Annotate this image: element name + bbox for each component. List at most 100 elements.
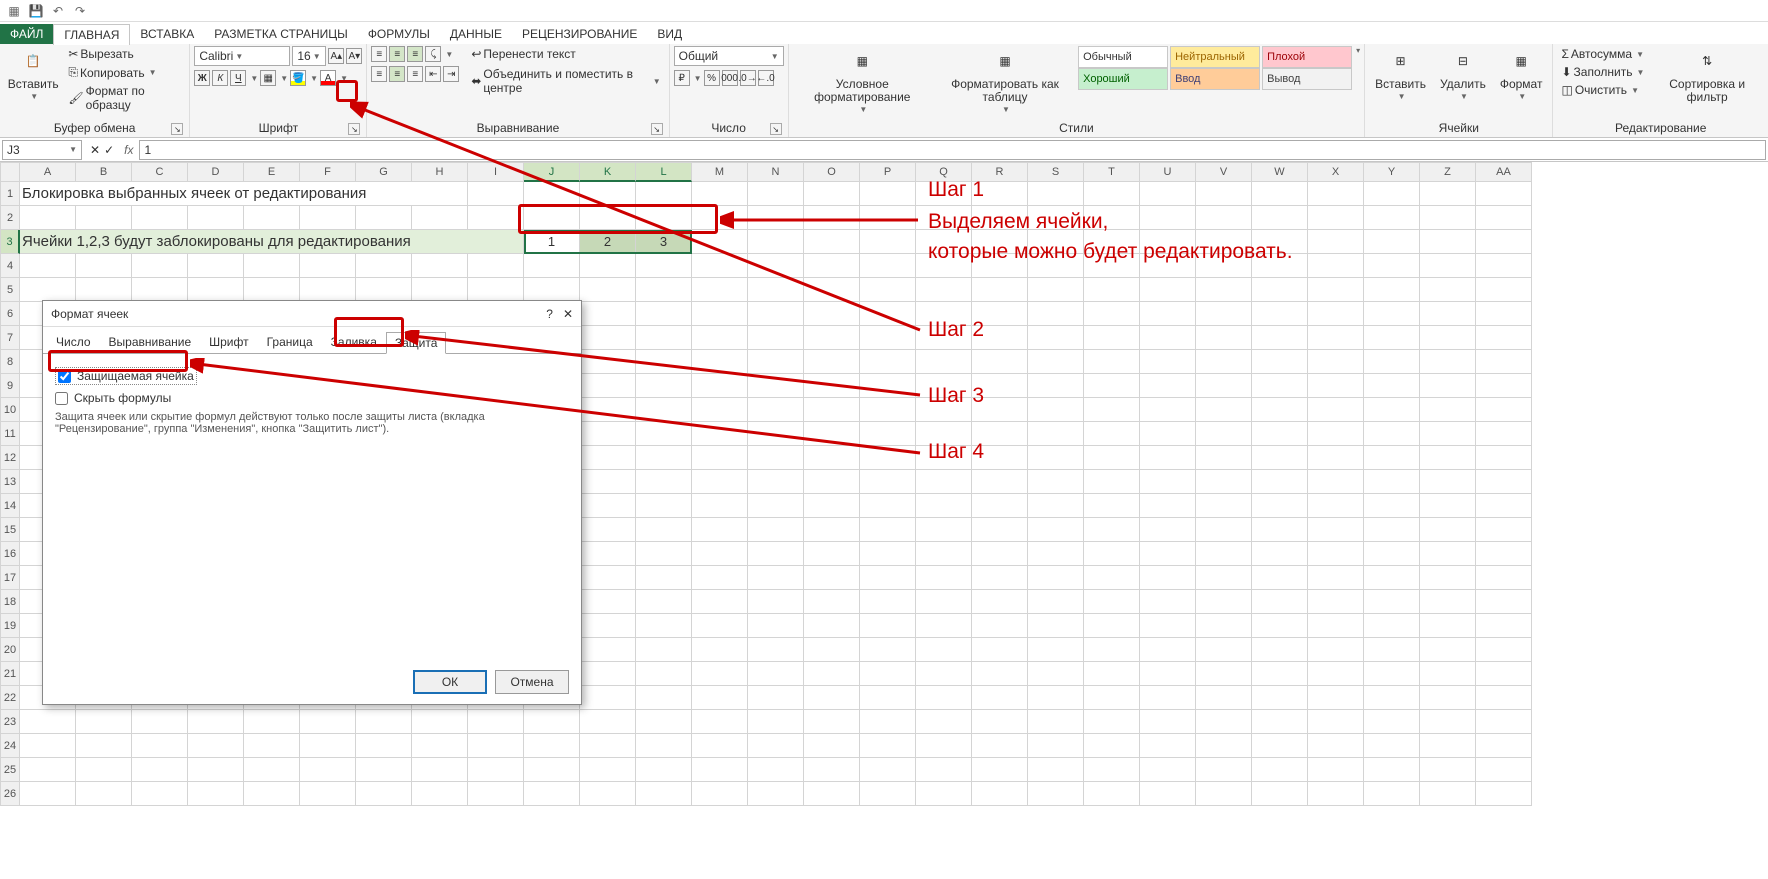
cell[interactable] <box>132 278 188 302</box>
row-header-15[interactable]: 15 <box>0 518 20 542</box>
cell[interactable] <box>412 782 468 806</box>
cell[interactable] <box>748 782 804 806</box>
cell[interactable] <box>1308 710 1364 734</box>
col-L[interactable]: L <box>636 162 692 182</box>
tab-home[interactable]: ГЛАВНАЯ <box>53 24 130 45</box>
cell[interactable] <box>1196 662 1252 686</box>
col-M[interactable]: M <box>692 162 748 182</box>
cell[interactable] <box>692 230 748 254</box>
cell[interactable] <box>1308 374 1364 398</box>
cell[interactable] <box>1308 230 1364 254</box>
col-Y[interactable]: Y <box>1364 162 1420 182</box>
col-P[interactable]: P <box>860 162 916 182</box>
cell[interactable] <box>580 278 636 302</box>
cell[interactable] <box>804 278 860 302</box>
cell[interactable] <box>692 350 748 374</box>
cell[interactable] <box>1364 374 1420 398</box>
cell[interactable] <box>244 758 300 782</box>
cell[interactable] <box>1476 206 1532 230</box>
row-header-17[interactable]: 17 <box>0 566 20 590</box>
cell[interactable] <box>1196 734 1252 758</box>
cell[interactable] <box>412 206 468 230</box>
cell[interactable] <box>1420 614 1476 638</box>
cell[interactable] <box>1252 782 1308 806</box>
cell[interactable] <box>1476 230 1532 254</box>
cell[interactable] <box>1364 398 1420 422</box>
name-box[interactable]: J3▼ <box>2 140 82 160</box>
font-launcher[interactable]: ↘ <box>348 123 360 135</box>
cell[interactable] <box>692 590 748 614</box>
cell[interactable] <box>1308 446 1364 470</box>
cell[interactable] <box>1196 758 1252 782</box>
tab-file[interactable]: ФАЙЛ <box>0 24 53 44</box>
cell[interactable] <box>1476 758 1532 782</box>
cell[interactable] <box>1364 542 1420 566</box>
cell[interactable] <box>1028 734 1084 758</box>
cell[interactable] <box>1364 302 1420 326</box>
merge-center-button[interactable]: ⬌Объединить и поместить в центре▼ <box>467 66 664 96</box>
cell[interactable] <box>1364 422 1420 446</box>
cell[interactable] <box>916 782 972 806</box>
cell[interactable] <box>1476 182 1532 206</box>
col-S[interactable]: S <box>1028 162 1084 182</box>
cell[interactable] <box>132 710 188 734</box>
dialog-tab-fill[interactable]: Заливка <box>322 331 386 353</box>
cell[interactable] <box>972 590 1028 614</box>
bold-button[interactable]: Ж <box>194 70 210 86</box>
cell[interactable] <box>1084 350 1140 374</box>
cell[interactable] <box>1308 206 1364 230</box>
cell[interactable] <box>300 254 356 278</box>
cell[interactable] <box>1140 494 1196 518</box>
col-Z[interactable]: Z <box>1420 162 1476 182</box>
cell[interactable] <box>1308 566 1364 590</box>
cell[interactable] <box>1196 518 1252 542</box>
fx-icon[interactable]: fx <box>120 143 137 157</box>
cell[interactable] <box>580 326 636 350</box>
cell[interactable] <box>916 350 972 374</box>
tab-review[interactable]: РЕЦЕНЗИРОВАНИЕ <box>512 24 647 44</box>
cell[interactable] <box>1308 398 1364 422</box>
cell[interactable] <box>1364 446 1420 470</box>
cell[interactable] <box>1420 542 1476 566</box>
cell[interactable] <box>1028 470 1084 494</box>
cell[interactable] <box>1308 350 1364 374</box>
hidden-checkbox-row[interactable]: Скрыть формулы <box>55 391 569 405</box>
cell[interactable] <box>692 614 748 638</box>
cell[interactable] <box>468 278 524 302</box>
cell[interactable] <box>1420 350 1476 374</box>
cell[interactable] <box>804 182 860 206</box>
cell[interactable] <box>1196 182 1252 206</box>
tab-view[interactable]: ВИД <box>647 24 692 44</box>
col-E[interactable]: E <box>244 162 300 182</box>
cell[interactable] <box>1084 278 1140 302</box>
cell[interactable] <box>1028 350 1084 374</box>
cell[interactable] <box>1364 758 1420 782</box>
cell[interactable] <box>860 230 916 254</box>
col-K[interactable]: K <box>580 162 636 182</box>
cell[interactable] <box>1084 422 1140 446</box>
cell[interactable] <box>1476 710 1532 734</box>
percent-icon[interactable]: % <box>704 70 720 86</box>
cell[interactable] <box>244 710 300 734</box>
row-header-13[interactable]: 13 <box>0 470 20 494</box>
cell[interactable] <box>1252 614 1308 638</box>
cell[interactable] <box>636 422 692 446</box>
cell[interactable] <box>524 278 580 302</box>
cell[interactable] <box>76 782 132 806</box>
cell[interactable] <box>1252 542 1308 566</box>
cell[interactable] <box>132 758 188 782</box>
increase-decimal-icon[interactable]: .0→ <box>740 70 756 86</box>
cell[interactable] <box>1196 470 1252 494</box>
row-header-3[interactable]: 3 <box>0 230 20 254</box>
cell[interactable] <box>76 734 132 758</box>
col-C[interactable]: C <box>132 162 188 182</box>
cell[interactable] <box>1196 494 1252 518</box>
fill-color-button[interactable]: 🪣 <box>290 70 306 86</box>
col-I[interactable]: I <box>468 162 524 182</box>
cell[interactable] <box>692 398 748 422</box>
cell[interactable] <box>1420 230 1476 254</box>
cell[interactable] <box>580 542 636 566</box>
cell[interactable] <box>580 734 636 758</box>
cell[interactable] <box>1252 686 1308 710</box>
cell[interactable] <box>1420 590 1476 614</box>
